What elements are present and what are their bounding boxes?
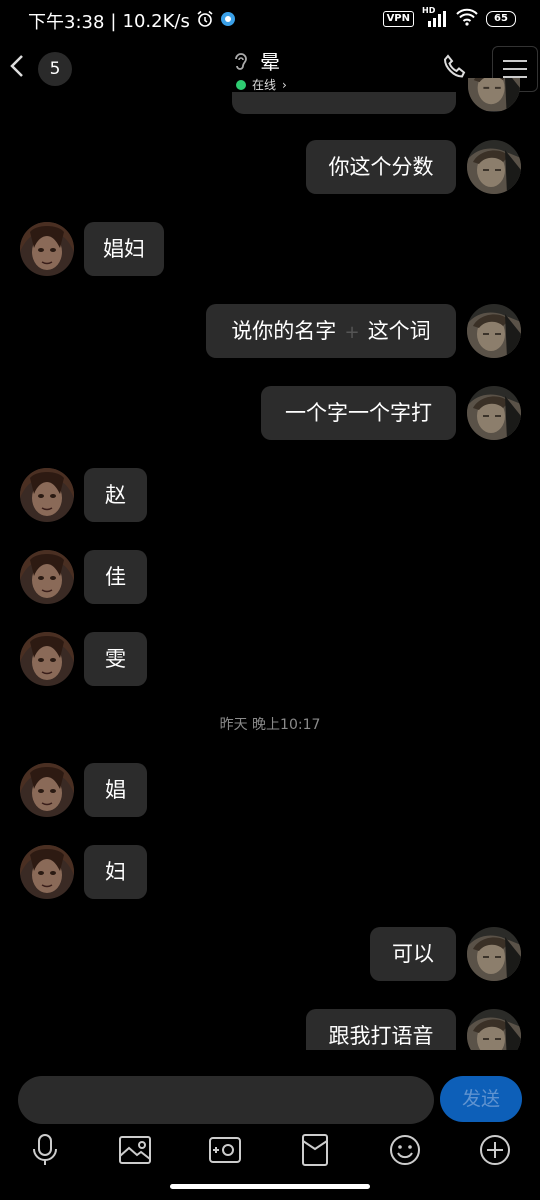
message-text: 一个字一个字打 <box>285 401 432 425</box>
back-button[interactable] <box>6 50 28 82</box>
avatar[interactable] <box>467 304 521 358</box>
message-bubble[interactable]: 跟我打语音 <box>306 1009 456 1050</box>
avatar[interactable] <box>20 222 74 276</box>
contact-name: 晕 <box>260 50 280 74</box>
message-bubble[interactable]: 可以 <box>370 927 456 981</box>
avatar[interactable] <box>467 1009 521 1050</box>
message-text: 娼 <box>105 778 126 802</box>
message-text: 你这个分数 <box>328 155 434 179</box>
message-bubble[interactable]: 你这个分数 <box>306 140 456 194</box>
avatar[interactable] <box>20 468 74 522</box>
avatar[interactable] <box>20 763 74 817</box>
app-notification-icon <box>220 11 236 32</box>
menu-icon-line <box>503 68 527 70</box>
chat-header: 5 晕 在线 › <box>0 38 540 100</box>
microphone-icon[interactable] <box>25 1130 65 1170</box>
emoji-icon[interactable] <box>385 1130 425 1170</box>
message-text: 雯 <box>105 647 126 671</box>
avatar[interactable] <box>20 550 74 604</box>
image-icon[interactable] <box>115 1130 155 1170</box>
wifi-icon <box>456 8 478 30</box>
ear-icon <box>232 50 250 76</box>
status-left: 下午3:38 | 10.2K/s <box>28 8 236 34</box>
online-status: 在线 › <box>236 76 287 93</box>
status-right: VPN HD 65 <box>382 6 516 30</box>
avatar <box>468 78 520 112</box>
menu-icon-line <box>503 60 527 62</box>
message-bubble[interactable]: 一个字一个字打 <box>261 386 456 440</box>
plus-icon[interactable] <box>475 1130 515 1170</box>
message-timestamp: 昨天 晚上10:17 <box>219 717 321 733</box>
message-bubble[interactable]: 赵 <box>84 468 147 522</box>
home-indicator[interactable] <box>170 1184 370 1189</box>
avatar[interactable] <box>467 140 521 194</box>
camera-icon[interactable] <box>205 1130 245 1170</box>
status-bar: 下午3:38 | 10.2K/s VPN HD 65 <box>0 0 540 38</box>
plus-mark-icon: + <box>344 322 360 343</box>
chevron-left-icon <box>10 55 23 77</box>
phone-icon <box>443 54 466 78</box>
message-bubble[interactable]: 娼妇 <box>84 222 164 276</box>
message-text: 这个词 <box>367 319 431 343</box>
call-button[interactable] <box>440 52 470 86</box>
signal-icon: HD <box>422 6 448 28</box>
message-text: 跟我打语音 <box>328 1024 434 1048</box>
status-separator: | <box>110 10 117 32</box>
message-input[interactable] <box>18 1076 434 1124</box>
net-speed: 10.2K/s <box>122 10 190 32</box>
message-text: 赵 <box>105 483 126 507</box>
message-text: 妇 <box>105 860 126 884</box>
message-text: 说你的名字 <box>231 319 337 343</box>
message-bubble[interactable]: 佳 <box>84 550 147 604</box>
send-button[interactable]: 发送 <box>440 1076 522 1122</box>
message-text: 可以 <box>392 942 434 966</box>
message-bubble[interactable]: 娼 <box>84 763 147 817</box>
chevron-right-icon: › <box>282 77 287 92</box>
chat-toolbar <box>0 1130 540 1174</box>
partial-message-bubble <box>232 92 456 114</box>
battery-indicator: 65 <box>486 11 516 27</box>
message-text: 佳 <box>105 565 126 589</box>
avatar[interactable] <box>20 632 74 686</box>
online-status-text: 在线 <box>252 78 277 92</box>
unread-count-badge[interactable]: 5 <box>38 52 72 86</box>
clock: 下午3:38 <box>28 12 105 33</box>
clipped-message-row: 跟我打语音 <box>0 1009 540 1050</box>
avatar[interactable] <box>467 386 521 440</box>
message-bubble[interactable]: 雯 <box>84 632 147 686</box>
message-bubble[interactable]: 妇 <box>84 845 147 899</box>
avatar[interactable] <box>20 845 74 899</box>
alarm-icon <box>196 10 214 33</box>
red-packet-icon[interactable] <box>295 1130 335 1170</box>
chat-screen: 下午3:38 | 10.2K/s VPN HD 65 5 晕 在线 › 你这个分… <box>0 0 540 1200</box>
online-dot <box>236 79 246 90</box>
message-text: 娼妇 <box>103 237 145 261</box>
message-bubble[interactable]: 说你的名字 + 这个词 <box>206 304 456 358</box>
avatar[interactable] <box>467 927 521 981</box>
vpn-badge: VPN <box>382 11 414 27</box>
